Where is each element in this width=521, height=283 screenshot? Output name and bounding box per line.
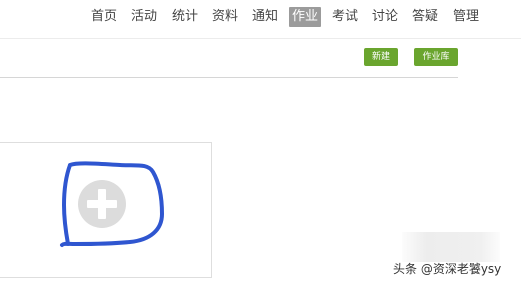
watermark-text: 头条 @资深老饕ysy <box>393 262 502 276</box>
nav-item-statistics[interactable]: 统计 <box>172 7 198 27</box>
plus-circle-icon[interactable] <box>78 180 126 228</box>
faint-gray-patch <box>402 232 500 262</box>
nav-divider <box>0 38 521 39</box>
top-nav: 首页 活动 统计 资料 通知 作业 考试 讨论 答疑 管理 <box>0 5 521 29</box>
nav-item-manage[interactable]: 管理 <box>453 7 479 27</box>
nav-item-homework[interactable]: 作业 <box>289 7 322 27</box>
new-button[interactable]: 新建 <box>364 48 398 66</box>
homework-library-button[interactable]: 作业库 <box>414 48 458 66</box>
plus-horizontal-stroke <box>87 200 117 208</box>
nav-item-activities[interactable]: 活动 <box>131 7 157 27</box>
nav-item-qa[interactable]: 答疑 <box>412 7 438 27</box>
nav-item-exams[interactable]: 考试 <box>332 7 358 27</box>
app-root: 首页 活动 统计 资料 通知 作业 考试 讨论 答疑 管理 新建 作业库 头条 … <box>0 0 521 283</box>
toolbar-divider <box>0 77 458 78</box>
nav-item-home[interactable]: 首页 <box>91 7 117 27</box>
nav-item-materials[interactable]: 资料 <box>212 7 238 27</box>
nav-item-notices[interactable]: 通知 <box>252 7 278 27</box>
nav-item-discussion[interactable]: 讨论 <box>372 7 398 27</box>
